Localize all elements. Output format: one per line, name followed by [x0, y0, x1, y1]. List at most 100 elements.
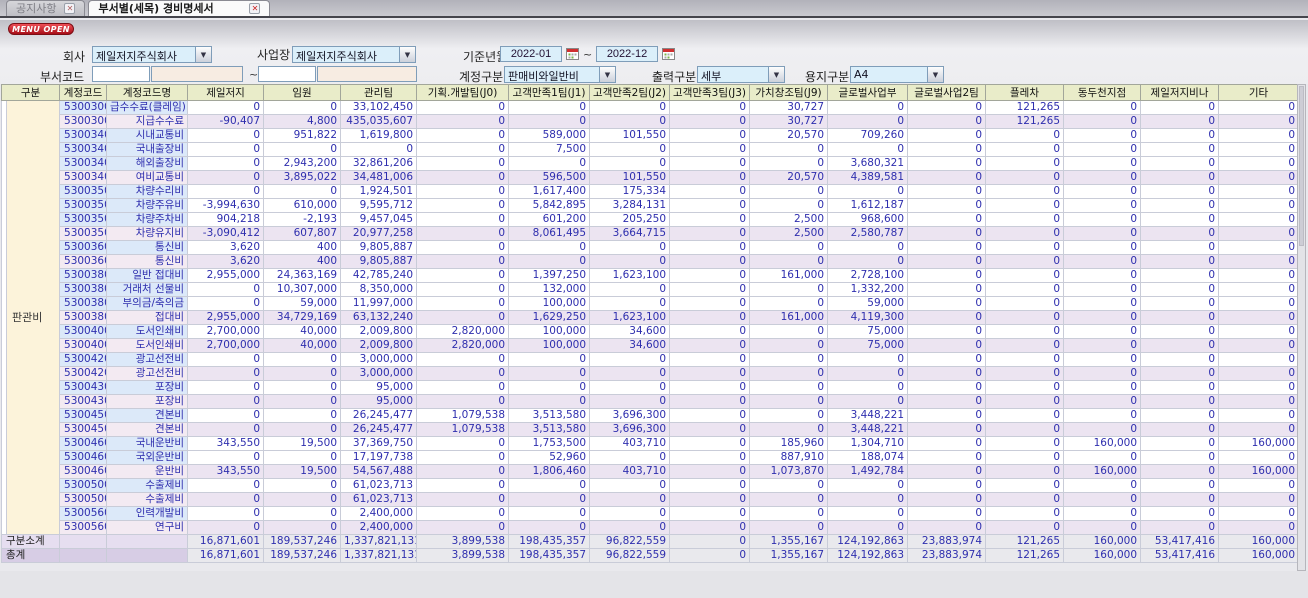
- value-cell[interactable]: 0: [416, 380, 510, 395]
- value-cell[interactable]: 23,883,974: [907, 534, 987, 549]
- value-cell[interactable]: 610,000: [263, 198, 342, 213]
- account-name-cell[interactable]: 접대비: [106, 310, 189, 325]
- value-cell[interactable]: 160,000: [1218, 548, 1300, 563]
- value-cell[interactable]: 100,000: [508, 296, 591, 311]
- value-cell[interactable]: 0: [1063, 352, 1142, 367]
- value-cell[interactable]: 0: [1063, 128, 1142, 143]
- account-code-cell[interactable]: 53004300: [59, 394, 108, 409]
- value-cell[interactable]: 3,680,321: [827, 156, 909, 171]
- grand-total-row[interactable]: 총계 16,871,601 189,537,246 1,337,821,131 3,89…: [0, 548, 1300, 563]
- account-name-cell[interactable]: 연구비: [106, 520, 189, 535]
- value-cell[interactable]: 0: [589, 296, 671, 311]
- value-cell[interactable]: 0: [416, 520, 510, 535]
- account-code-cell[interactable]: 53004000: [59, 338, 108, 353]
- paper-select[interactable]: A4 ▼: [850, 66, 944, 83]
- value-cell[interactable]: 0: [1063, 422, 1142, 437]
- account-code-cell[interactable]: 53005600: [59, 520, 108, 535]
- value-cell[interactable]: 1,355,167: [749, 548, 829, 563]
- value-cell[interactable]: 0: [827, 394, 909, 409]
- value-cell[interactable]: 2,580,787: [827, 226, 909, 241]
- account-name-cell[interactable]: 부의금/축의금: [106, 296, 189, 311]
- value-cell[interactable]: 1,629,250: [508, 310, 591, 325]
- value-cell[interactable]: 0: [669, 226, 751, 241]
- value-cell[interactable]: 0: [669, 198, 751, 213]
- value-cell[interactable]: 0: [669, 506, 751, 521]
- value-cell[interactable]: 2,955,000: [187, 310, 265, 325]
- value-cell[interactable]: 0: [907, 282, 987, 297]
- value-cell[interactable]: 0: [985, 422, 1065, 437]
- value-cell[interactable]: 0: [749, 408, 829, 423]
- value-cell[interactable]: 0: [985, 296, 1065, 311]
- value-cell[interactable]: 0: [985, 450, 1065, 465]
- value-cell[interactable]: 3,899,538: [416, 548, 510, 563]
- value-cell[interactable]: 34,481,006: [340, 170, 418, 185]
- value-cell[interactable]: 0: [589, 450, 671, 465]
- value-cell[interactable]: 59,000: [827, 296, 909, 311]
- value-cell[interactable]: 0: [907, 478, 987, 493]
- account-code-cell[interactable]: 53005000: [59, 478, 108, 493]
- value-cell[interactable]: 61,023,713: [340, 478, 418, 493]
- dept-name-to-input[interactable]: [317, 66, 417, 82]
- value-cell[interactable]: 0: [187, 450, 265, 465]
- value-cell[interactable]: 198,435,357: [508, 548, 591, 563]
- value-cell[interactable]: 0: [416, 282, 510, 297]
- account-name-cell[interactable]: 여비교통비: [106, 170, 189, 185]
- value-cell[interactable]: 0: [589, 100, 671, 115]
- value-cell[interactable]: 0: [1063, 212, 1142, 227]
- value-cell[interactable]: 0: [1218, 296, 1300, 311]
- value-cell[interactable]: -2,193: [263, 212, 342, 227]
- value-cell[interactable]: 0: [508, 100, 591, 115]
- account-name-cell[interactable]: 포장비: [106, 394, 189, 409]
- value-cell[interactable]: 1,332,200: [827, 282, 909, 297]
- value-cell[interactable]: 1,355,167: [749, 534, 829, 549]
- value-cell[interactable]: 0: [907, 520, 987, 535]
- value-cell[interactable]: 11,997,000: [340, 296, 418, 311]
- value-cell[interactable]: 121,265: [985, 548, 1065, 563]
- value-cell[interactable]: 9,595,712: [340, 198, 418, 213]
- value-cell[interactable]: 0: [907, 240, 987, 255]
- account-name-cell[interactable]: 견본비: [106, 408, 189, 423]
- value-cell[interactable]: 0: [669, 240, 751, 255]
- value-cell[interactable]: 0: [669, 184, 751, 199]
- value-cell[interactable]: 0: [669, 338, 751, 353]
- value-cell[interactable]: 0: [669, 114, 751, 129]
- value-cell[interactable]: 0: [1140, 226, 1220, 241]
- value-cell[interactable]: 0: [416, 366, 510, 381]
- value-cell[interactable]: 0: [827, 352, 909, 367]
- value-cell[interactable]: 0: [508, 520, 591, 535]
- value-cell[interactable]: 0: [1218, 408, 1300, 423]
- value-cell[interactable]: 0: [187, 170, 265, 185]
- value-cell[interactable]: 0: [187, 422, 265, 437]
- value-cell[interactable]: 20,977,258: [340, 226, 418, 241]
- value-cell[interactable]: 0: [669, 366, 751, 381]
- value-cell[interactable]: 0: [669, 422, 751, 437]
- value-cell[interactable]: 124,192,863: [827, 548, 909, 563]
- account-name-cell[interactable]: 광고선전비: [106, 366, 189, 381]
- output-select[interactable]: 세부 ▼: [697, 66, 785, 83]
- value-cell[interactable]: 2,500: [749, 226, 829, 241]
- value-cell[interactable]: 0: [1218, 170, 1300, 185]
- value-cell[interactable]: 0: [907, 380, 987, 395]
- value-cell[interactable]: 0: [589, 254, 671, 269]
- value-cell[interactable]: 0: [985, 254, 1065, 269]
- account-code-cell[interactable]: 53003500: [59, 226, 108, 241]
- value-cell[interactable]: 0: [187, 184, 265, 199]
- value-cell[interactable]: 0: [1063, 142, 1142, 157]
- value-cell[interactable]: 0: [187, 282, 265, 297]
- value-cell[interactable]: 0: [985, 394, 1065, 409]
- value-cell[interactable]: 0: [1063, 240, 1142, 255]
- value-cell[interactable]: 32,861,206: [340, 156, 418, 171]
- value-cell[interactable]: 160,000: [1218, 464, 1300, 479]
- value-cell[interactable]: 0: [749, 324, 829, 339]
- value-cell[interactable]: 0: [669, 212, 751, 227]
- account-code-cell[interactable]: 53003803: [59, 296, 108, 311]
- value-cell[interactable]: 0: [1140, 506, 1220, 521]
- value-cell[interactable]: 3,000,000: [340, 366, 418, 381]
- value-cell[interactable]: 0: [1063, 492, 1142, 507]
- value-cell[interactable]: 0: [669, 100, 751, 115]
- account-name-cell[interactable]: 국내출장비: [106, 142, 189, 157]
- value-cell[interactable]: 0: [508, 352, 591, 367]
- value-cell[interactable]: 160,000: [1218, 436, 1300, 451]
- dept-code-from-input[interactable]: [92, 66, 150, 82]
- account-name-cell[interactable]: 도서인쇄비: [106, 324, 189, 339]
